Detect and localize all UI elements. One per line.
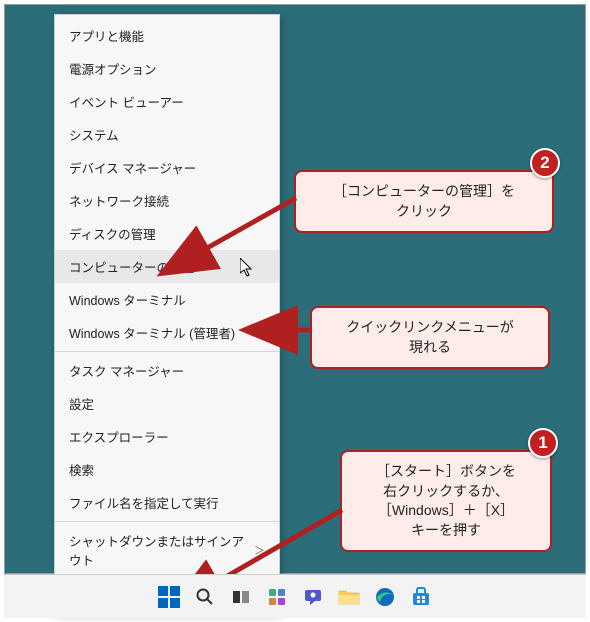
taskbar-widgets-icon[interactable] bbox=[263, 583, 291, 611]
callout-text: ［コンピューターの管理］を bbox=[310, 182, 538, 202]
callout-text: 右クリックするか、 bbox=[356, 482, 536, 502]
menu-label: エクスプローラー bbox=[69, 427, 169, 446]
menu-label: タスク マネージャー bbox=[69, 361, 184, 380]
callout-text: クリック bbox=[310, 202, 538, 222]
taskbar-search-icon[interactable] bbox=[191, 583, 219, 611]
callout-click-computer-management: ［コンピューターの管理］を クリック bbox=[294, 170, 554, 233]
chevron-right-icon: ＞ bbox=[254, 542, 265, 558]
taskbar-explorer-icon[interactable] bbox=[335, 583, 363, 611]
taskbar-edge-icon[interactable] bbox=[371, 583, 399, 611]
menu-item-disk-management[interactable]: ディスクの管理 bbox=[55, 217, 279, 250]
menu-separator bbox=[55, 521, 279, 522]
callout-text: キーを押す bbox=[356, 521, 536, 541]
windows-logo-icon bbox=[158, 586, 180, 608]
step-badge-1: 1 bbox=[528, 428, 558, 458]
step-badge-2: 2 bbox=[530, 148, 560, 178]
menu-label: 検索 bbox=[69, 460, 94, 479]
callout-quicklink-appears: クイックリンクメニューが 現れる bbox=[310, 306, 550, 369]
menu-item-device-manager[interactable]: デバイス マネージャー bbox=[55, 151, 279, 184]
menu-item-shutdown-signout[interactable]: シャットダウンまたはサインアウト ＞ bbox=[55, 524, 279, 576]
taskbar-chat-icon[interactable] bbox=[299, 583, 327, 611]
winx-quick-link-menu: アプリと機能 電源オプション イベント ビューアー システム デバイス マネージ… bbox=[54, 14, 280, 614]
menu-label: デバイス マネージャー bbox=[69, 158, 196, 177]
menu-label: 設定 bbox=[69, 394, 94, 413]
menu-item-search[interactable]: 検索 bbox=[55, 453, 279, 486]
taskbar-store-icon[interactable] bbox=[407, 583, 435, 611]
callout-text: 現れる bbox=[326, 338, 534, 358]
menu-item-computer-management[interactable]: コンピューターの管理 bbox=[55, 250, 279, 283]
menu-item-settings[interactable]: 設定 bbox=[55, 387, 279, 420]
callout-text: ［スタート］ボタンを bbox=[356, 462, 536, 482]
menu-label: シャットダウンまたはサインアウト bbox=[69, 531, 254, 569]
menu-separator bbox=[55, 351, 279, 352]
taskbar-taskview-icon[interactable] bbox=[227, 583, 255, 611]
menu-label: ディスクの管理 bbox=[69, 224, 156, 243]
start-button[interactable] bbox=[155, 583, 183, 611]
menu-label: イベント ビューアー bbox=[69, 92, 184, 111]
menu-label: アプリと機能 bbox=[69, 26, 144, 45]
menu-item-apps-features[interactable]: アプリと機能 bbox=[55, 19, 279, 52]
menu-item-explorer[interactable]: エクスプローラー bbox=[55, 420, 279, 453]
menu-label: ファイル名を指定して実行 bbox=[69, 493, 219, 512]
callout-text: ［Windows］＋［X］ bbox=[356, 501, 536, 521]
menu-item-network-connections[interactable]: ネットワーク接続 bbox=[55, 184, 279, 217]
menu-item-task-manager[interactable]: タスク マネージャー bbox=[55, 354, 279, 387]
menu-label: 電源オプション bbox=[69, 59, 157, 78]
menu-item-system[interactable]: システム bbox=[55, 118, 279, 151]
menu-item-event-viewer[interactable]: イベント ビューアー bbox=[55, 85, 279, 118]
menu-label: コンピューターの管理 bbox=[69, 257, 194, 276]
menu-item-windows-terminal-admin[interactable]: Windows ターミナル (管理者) bbox=[55, 316, 279, 349]
menu-item-run[interactable]: ファイル名を指定して実行 bbox=[55, 486, 279, 519]
menu-item-windows-terminal[interactable]: Windows ターミナル bbox=[55, 283, 279, 316]
menu-label: システム bbox=[69, 125, 119, 144]
callout-text: クイックリンクメニューが bbox=[326, 318, 534, 338]
taskbar bbox=[4, 574, 586, 618]
menu-label: Windows ターミナル bbox=[69, 290, 186, 309]
menu-item-power-options[interactable]: 電源オプション bbox=[55, 52, 279, 85]
menu-label: ネットワーク接続 bbox=[69, 191, 169, 210]
menu-label: Windows ターミナル (管理者) bbox=[69, 323, 235, 342]
callout-right-click-start: ［スタート］ボタンを 右クリックするか、 ［Windows］＋［X］ キーを押す bbox=[340, 450, 552, 552]
